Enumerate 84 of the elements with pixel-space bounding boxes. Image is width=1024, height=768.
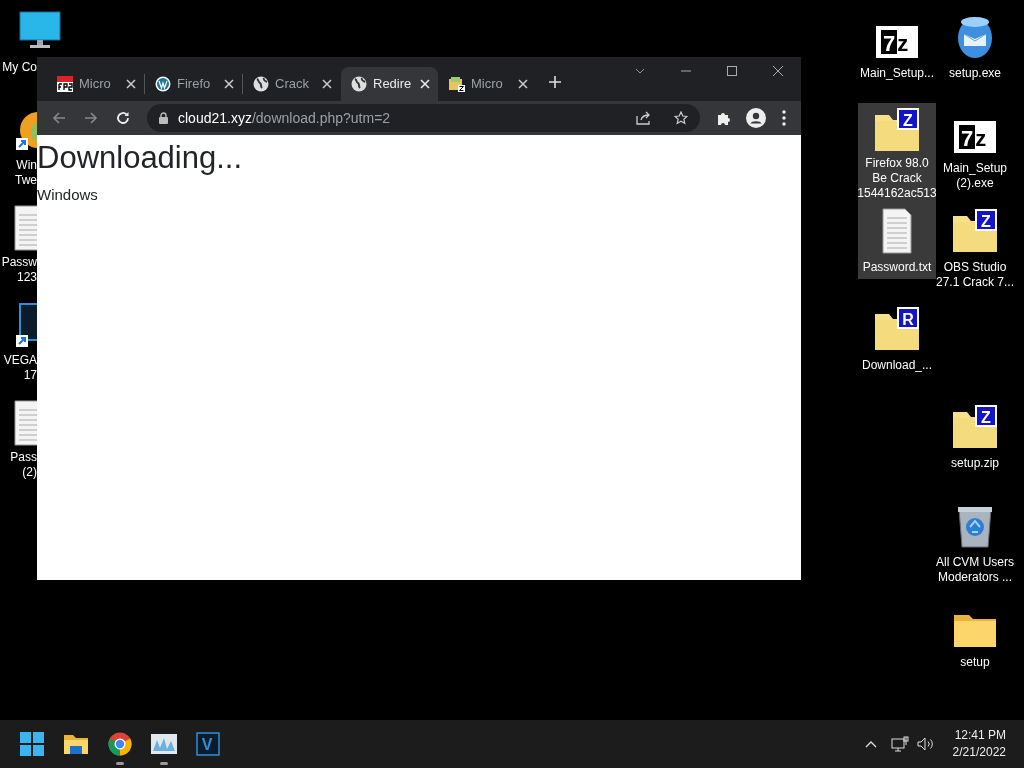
profile-icon[interactable] [746,108,766,128]
globe-icon [351,76,367,92]
taskbar-button[interactable]: V [186,722,230,766]
icon-label: setup.zip [951,456,999,471]
icon-label: VEGA [3,353,37,368]
clock-time: 12:41 PM [954,727,1006,744]
desktop-icon[interactable]: All CVM Users Moderators ... [936,497,1014,589]
icon-label: Main_Setup [942,161,1007,176]
chevron-up-icon[interactable] [864,740,877,748]
desktop-icon[interactable]: setup [936,597,1014,674]
icon-label: 27.1 Crack 7... [936,275,1015,290]
icon-label: Main_Setup... [859,66,934,81]
desktop-icon[interactable]: setup.exe [936,8,1014,85]
recycle-bin-icon [955,505,995,549]
icon-label: Twe [15,173,37,188]
desktop-icon[interactable]: Z Firefox 98.0 Be Crack 1544162ac513 [858,103,936,202]
icon-label: All CVM Users [936,555,1014,570]
icon-label: 17 [23,368,37,383]
browser-tab[interactable]: Redire [341,67,438,101]
icon-label: (2) [22,465,37,480]
icon-label: setup.exe [948,66,1001,81]
speaker-icon[interactable] [916,737,935,751]
icon-label: Download_... [861,358,932,373]
desktop-icon[interactable]: 7z Main_Setup... [858,8,936,85]
close-icon [773,66,783,76]
back-arrow-icon [52,111,66,125]
archive-app-icon: 7z [953,119,997,155]
minimize-icon [681,70,691,72]
maximize-icon [727,66,737,76]
video-editor-icon: V [196,732,220,756]
icon-label: setup [960,655,990,670]
icon-label: Be Crack [872,171,922,186]
icon-label: Win [16,158,37,173]
share-icon[interactable] [636,111,652,125]
browser-tab[interactable]: Crack [243,67,340,101]
clock[interactable]: 12:41 PM 2/21/2022 [952,727,1006,761]
icon-label: Pass [10,450,37,465]
icon-label: OBS Studio [943,260,1007,275]
page-heading: Downloading... [37,139,243,177]
logo-icon [57,76,73,92]
clock-date: 2/21/2022 [952,744,1006,761]
browser-tab[interactable]: Micro [47,67,144,101]
icon-label: (2).exe [956,176,994,191]
desktop-icon[interactable]: Z setup.zip [936,398,1014,475]
installer-icon [955,14,995,60]
page-text: Windows [37,185,98,206]
desktop-icon[interactable]: Z OBS Studio 27.1 Crack 7... [936,202,1014,294]
desktop-icon[interactable]: R Download_... [858,300,936,377]
wordpress-logo-icon [155,76,171,92]
text-file-icon [882,208,912,254]
browser-tab[interactable]: Micro [439,67,536,101]
desktop-icon[interactable]: Password.txt [858,202,936,279]
archive-icon [449,76,465,92]
folder-icon [63,733,89,755]
icon-label: Passw [1,255,37,270]
icon-label: Password.txt [862,260,932,275]
forward-arrow-icon [84,111,98,125]
icon-label: My Co [2,60,37,75]
url-text: cloud21.xyz/download.php?utm=2 [178,108,391,128]
icon-label: 123 [16,270,37,285]
close-tab-icon[interactable] [518,79,528,89]
monitor-icon [18,10,62,50]
close-tab-icon[interactable] [322,79,332,89]
puzzle-piece-icon[interactable] [716,110,732,126]
address-bar[interactable]: cloud21.xyz/download.php?utm=2 [147,104,700,132]
icon-label: Moderators ... [938,570,1012,585]
icon-label: 1544162ac513 [858,186,936,201]
close-tab-icon[interactable] [126,79,136,89]
reload-icon [116,111,130,125]
close-tab-icon[interactable] [224,79,234,89]
performance-chart-icon [151,734,177,754]
browser-tab[interactable]: Firefo [145,67,242,101]
chevron-down-icon [635,68,645,74]
chrome-icon [108,732,132,756]
globe-icon [253,76,269,92]
plus-icon [548,75,562,89]
menu-icon[interactable] [782,110,786,126]
network-icon[interactable] [890,736,909,752]
star-icon[interactable] [674,111,688,125]
icon-label: Firefox 98.0 [865,156,929,171]
start-icon [20,732,44,756]
lock-icon [159,112,168,124]
archive-app-icon: 7z [875,24,919,60]
desktop-icon[interactable]: 7z Main_Setup (2).exe [936,103,1014,195]
